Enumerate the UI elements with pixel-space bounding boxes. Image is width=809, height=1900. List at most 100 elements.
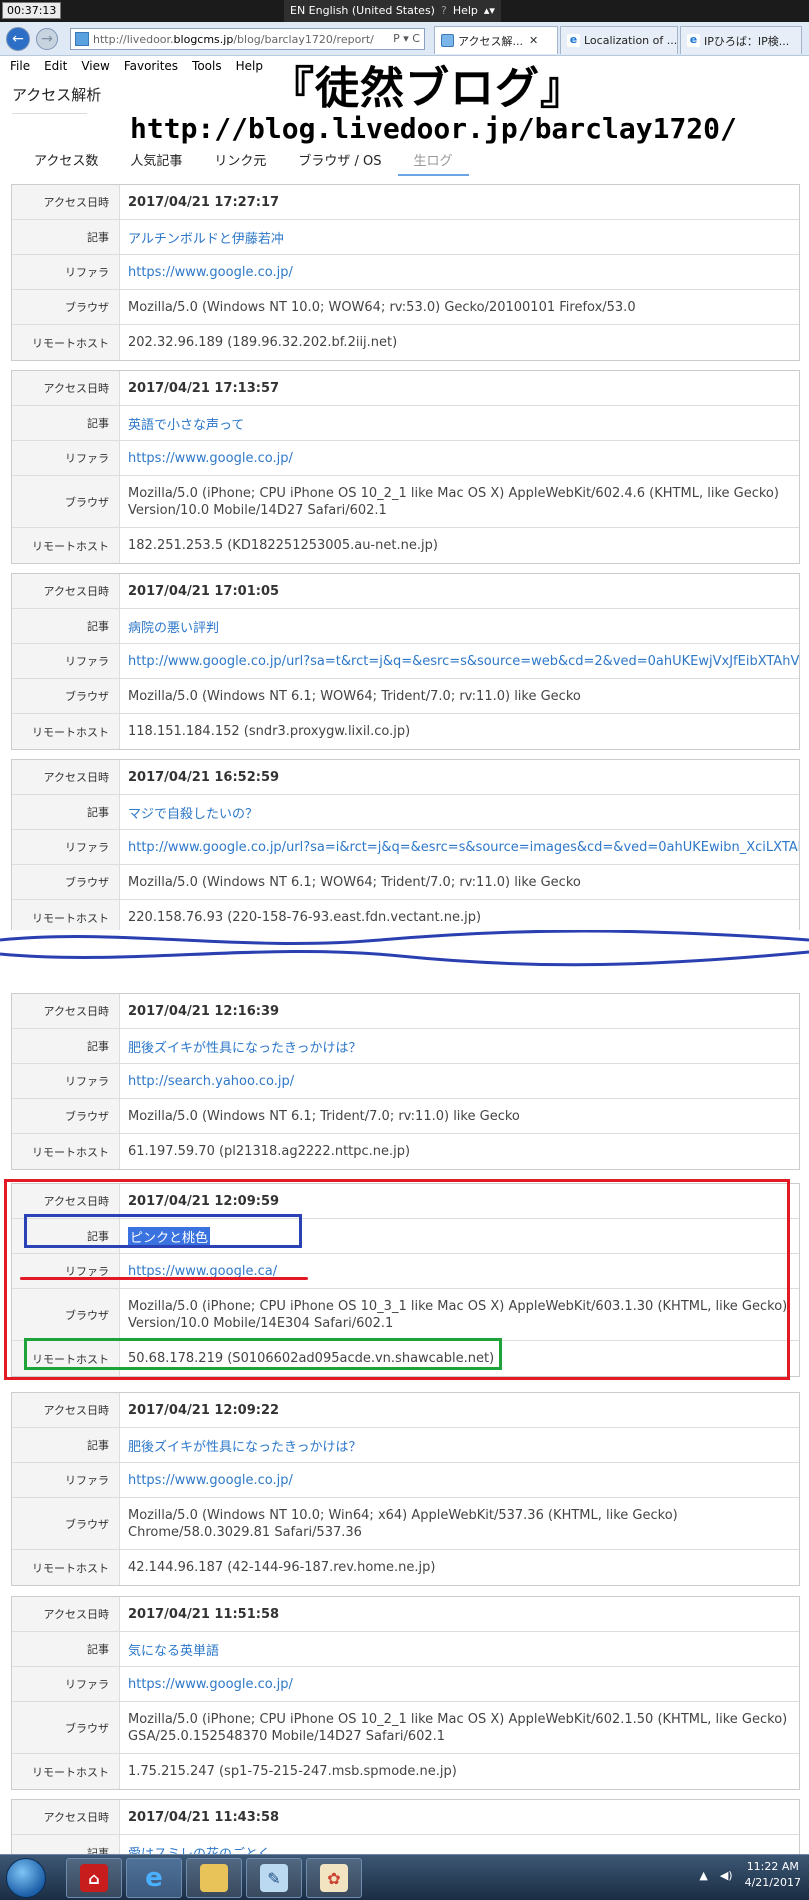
label-referrer: リファラ bbox=[12, 830, 120, 864]
label-article: 記事 bbox=[12, 795, 120, 829]
back-arrow-icon: ← bbox=[12, 31, 24, 47]
access-time: 2017/04/21 17:01:05 bbox=[128, 583, 280, 599]
green-highlight-box bbox=[24, 1338, 502, 1370]
remote-host: 202.32.96.189 (189.96.32.202.bf.2iij.net… bbox=[128, 335, 398, 350]
tab-label: Localization of ... bbox=[584, 34, 678, 47]
tab-label: IPひろば：IP検... bbox=[704, 34, 790, 48]
user-agent-line: Mozilla/5.0 (iPhone; CPU iPhone OS 10_2_… bbox=[128, 1711, 788, 1727]
article-link[interactable]: 英語で小さな声って bbox=[120, 406, 799, 440]
tab-access-count[interactable]: アクセス数 bbox=[18, 146, 114, 176]
referrer-link[interactable]: http://www.google.co.jp/url?sa=i&rct=j&q… bbox=[120, 830, 799, 864]
menu-help[interactable]: Help bbox=[236, 56, 263, 76]
label-host: リモートホスト bbox=[12, 1134, 120, 1169]
label-browser: ブラウザ bbox=[12, 1099, 120, 1133]
help-icon: ? bbox=[440, 4, 447, 17]
tab-raw-log[interactable]: 生ログ bbox=[397, 146, 469, 176]
tab-browser-os[interactable]: ブラウザ / OS bbox=[282, 146, 397, 176]
article-link[interactable]: 病院の悪い評判 bbox=[120, 609, 799, 643]
taskbar-notepad[interactable]: ✎ bbox=[246, 1858, 302, 1898]
remote-host: 1.75.215.247 (sp1-75-215-247.msb.spmode.… bbox=[128, 1764, 457, 1779]
page-icon bbox=[75, 32, 89, 46]
label-article: 記事 bbox=[12, 1632, 120, 1666]
article-link[interactable]: アルチンボルドと伊藤若冲 bbox=[120, 220, 799, 254]
taskbar-file-explorer[interactable] bbox=[186, 1858, 242, 1898]
tab-access-analysis[interactable]: アクセス解... ✕ bbox=[434, 26, 558, 54]
label-referrer: リファラ bbox=[12, 644, 120, 678]
taskbar-clock[interactable]: 11:22 AM 4/21/2017 bbox=[745, 1859, 801, 1891]
label-time: アクセス日時 bbox=[12, 574, 120, 608]
tab-ip-hiroba[interactable]: e IPひろば：IP検... bbox=[680, 26, 802, 54]
referrer-link[interactable]: http://www.google.co.jp/url?sa=t&rct=j&q… bbox=[120, 644, 799, 678]
user-agent: Mozilla/5.0 (Windows NT 6.1; WOW64; Trid… bbox=[128, 874, 581, 890]
access-time: 2017/04/21 16:52:59 bbox=[128, 769, 280, 785]
blog-title-overlay: 『徒然ブログ』 bbox=[270, 63, 585, 114]
label-article: 記事 bbox=[12, 1428, 120, 1462]
close-icon[interactable]: ✕ bbox=[529, 34, 538, 47]
menu-edit[interactable]: Edit bbox=[44, 56, 67, 76]
taskbar-paint[interactable]: ✿ bbox=[306, 1858, 362, 1898]
blog-url-overlay: http://blog.livedoor.jp/barclay1720/ bbox=[130, 112, 737, 145]
taskbar-internet-explorer[interactable]: e bbox=[126, 1858, 182, 1898]
article-link[interactable]: 気になる英単語 bbox=[120, 1632, 799, 1666]
chevron-down-icon[interactable]: ▴▾ bbox=[484, 0, 495, 22]
label-time: アクセス日時 bbox=[12, 994, 120, 1028]
ie-favicon-icon: e bbox=[687, 34, 700, 47]
tab-localization[interactable]: e Localization of ... bbox=[560, 26, 678, 54]
user-agent: Mozilla/5.0 (iPhone; CPU iPhone OS 10_2_… bbox=[120, 1702, 799, 1753]
label-article: 記事 bbox=[12, 220, 120, 254]
remote-host: 42.144.96.187 (42-144-96-187.rev.home.ne… bbox=[128, 1560, 436, 1575]
windows-taskbar: ⌂ e ✎ ✿ ▲ ◀) 11:22 AM 4/21/2017 bbox=[0, 1854, 809, 1900]
ie-favicon-icon: e bbox=[567, 34, 580, 47]
internet-explorer-icon: e bbox=[145, 1863, 163, 1893]
label-browser: ブラウザ bbox=[12, 1498, 120, 1549]
menu-tools[interactable]: Tools bbox=[192, 56, 222, 76]
start-button[interactable] bbox=[6, 1858, 46, 1898]
log-record: アクセス日時 2017/04/21 17:13:57 記事 英語で小さな声って リフ… bbox=[11, 370, 800, 564]
article-link[interactable]: 肥後ズイキが性具になったきっかけは？ bbox=[120, 1029, 799, 1063]
log-record: アクセス日時 2017/04/21 16:52:59 記事 マジで自殺したいの？ リ… bbox=[11, 759, 800, 936]
language-help[interactable]: Help bbox=[453, 0, 478, 22]
referrer-link[interactable]: https://www.google.co.jp/ bbox=[120, 1667, 799, 1701]
log-record: アクセス日時 2017/04/21 12:16:39 記事 肥後ズイキが性具になった… bbox=[11, 993, 800, 1170]
user-agent-line: Version/10.0 Mobile/14D27 Safari/602.1 bbox=[128, 502, 387, 518]
log-record: アクセス日時 2017/04/21 17:27:17 記事 アルチンボルドと伊藤若冲… bbox=[11, 184, 800, 361]
label-time: アクセス日時 bbox=[12, 760, 120, 794]
taskbar-adobe-reader[interactable]: ⌂ bbox=[66, 1858, 122, 1898]
address-bar[interactable]: http://livedoor. blogcms.jp /blog/barcla… bbox=[70, 28, 425, 50]
language-bar[interactable]: EN English (United States) ? Help ▴▾ bbox=[284, 0, 501, 22]
language-indicator[interactable]: EN English (United States) bbox=[290, 0, 435, 22]
forward-button[interactable]: → bbox=[36, 28, 58, 50]
overlay-clock: 00:37:13 bbox=[2, 2, 62, 19]
log-record: アクセス日時 2017/04/21 17:01:05 記事 病院の悪い評判 リファラ… bbox=[11, 573, 800, 750]
menu-file[interactable]: File bbox=[10, 56, 30, 76]
menu-favorites[interactable]: Favorites bbox=[124, 56, 178, 76]
label-article: 記事 bbox=[12, 609, 120, 643]
show-hidden-icons-icon[interactable]: ▲ bbox=[699, 1869, 707, 1882]
remote-host: 182.251.253.5 (KD182251253005.au-net.ne.… bbox=[128, 538, 438, 553]
address-host: blogcms.jp bbox=[173, 32, 234, 46]
blog-favicon-icon bbox=[441, 34, 454, 47]
volume-icon[interactable]: ◀) bbox=[720, 1869, 733, 1882]
label-browser: ブラウザ bbox=[12, 290, 120, 324]
tab-referrers[interactable]: リンク元 bbox=[198, 146, 282, 176]
user-agent: Mozilla/5.0 (Windows NT 6.1; Trident/7.0… bbox=[128, 1108, 520, 1124]
referrer-link[interactable]: https://www.google.co.jp/ bbox=[120, 255, 799, 289]
label-time: アクセス日時 bbox=[12, 371, 120, 405]
back-button[interactable]: ← bbox=[6, 27, 30, 51]
access-time: 2017/04/21 11:51:58 bbox=[128, 1606, 280, 1622]
referrer-link[interactable]: https://www.google.co.jp/ bbox=[120, 441, 799, 475]
article-link[interactable]: マジで自殺したいの？ bbox=[120, 795, 799, 829]
tab-popular-articles[interactable]: 人気記事 bbox=[114, 146, 198, 176]
label-host: リモートホスト bbox=[12, 1550, 120, 1585]
address-prefix: http://livedoor. bbox=[93, 32, 174, 46]
menu-view[interactable]: View bbox=[81, 56, 109, 76]
red-underline-mark bbox=[20, 1277, 308, 1280]
report-tabs: アクセス数 人気記事 リンク元 ブラウザ / OS 生ログ bbox=[18, 146, 469, 178]
log-record: アクセス日時 2017/04/21 11:51:58 記事 気になる英単語 リファラ… bbox=[11, 1596, 800, 1790]
screenshot: 00:37:13 EN English (United States) ? He… bbox=[0, 0, 809, 1900]
address-tools[interactable]: P ▾ C bbox=[393, 32, 420, 45]
referrer-link[interactable]: https://www.google.co.jp/ bbox=[120, 1463, 799, 1497]
article-link[interactable]: 肥後ズイキが性具になったきっかけは？ bbox=[120, 1428, 799, 1462]
access-time: 2017/04/21 12:09:22 bbox=[128, 1402, 280, 1418]
referrer-link[interactable]: http://search.yahoo.co.jp/ bbox=[120, 1064, 799, 1098]
